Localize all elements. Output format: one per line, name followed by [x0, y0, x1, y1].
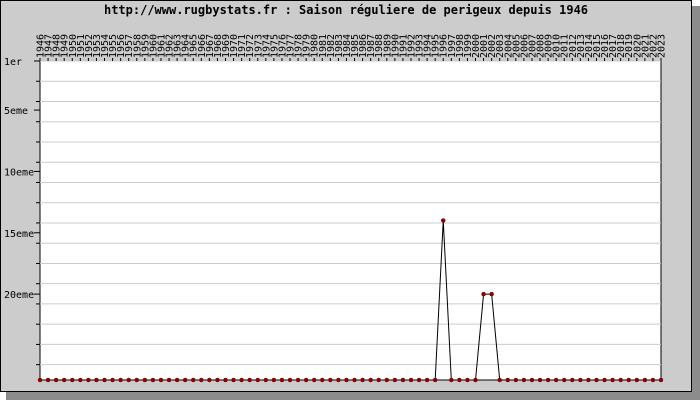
data-point [473, 377, 478, 383]
data-point [497, 377, 502, 383]
data-point [594, 377, 599, 383]
data-point [650, 377, 656, 383]
data-point [578, 377, 583, 383]
data-point [400, 377, 406, 383]
data-point [53, 377, 59, 383]
data-point [126, 377, 131, 383]
data-point [134, 377, 140, 383]
data-point [102, 377, 107, 383]
data-point [61, 377, 67, 383]
data-point [618, 377, 623, 383]
data-point [287, 377, 293, 383]
data-point [182, 377, 188, 383]
data-point [545, 377, 551, 383]
data-point [424, 377, 430, 383]
y-tick-label: 5eme [4, 106, 28, 117]
data-point [207, 377, 212, 383]
y-tick-label: 15eme [4, 229, 34, 240]
data-point [231, 377, 236, 383]
data-point [78, 377, 83, 383]
plot-area [39, 60, 662, 381]
data-point [303, 377, 309, 383]
data-point [247, 377, 252, 383]
data-point [174, 377, 180, 383]
data-point [553, 377, 559, 383]
data-point [642, 377, 648, 383]
data-point [328, 377, 333, 383]
data-point [344, 377, 349, 383]
data-point [94, 377, 99, 383]
data-point [190, 377, 196, 383]
data-point [239, 377, 244, 383]
data-point [481, 291, 486, 297]
data-point [45, 377, 51, 383]
data-point [271, 377, 277, 383]
data-point [215, 377, 220, 383]
y-tick-label: 10eme [4, 167, 34, 178]
data-point [360, 377, 365, 383]
data-point [142, 377, 148, 383]
data-point [432, 377, 438, 383]
data-point [449, 377, 454, 383]
data-point [384, 377, 390, 383]
data-point [586, 377, 591, 383]
data-point [336, 377, 341, 383]
data-point [110, 377, 115, 383]
data-point [602, 377, 607, 383]
data-point [311, 377, 317, 383]
data-point [505, 377, 511, 383]
data-point [392, 377, 398, 383]
data-point [440, 218, 446, 223]
data-point [166, 377, 172, 383]
data-point [255, 377, 261, 383]
data-point [408, 377, 414, 383]
data-point [626, 377, 631, 383]
data-point [118, 377, 123, 383]
data-point [658, 377, 664, 383]
data-point [320, 377, 325, 383]
chart-plot: 1er5eme10eme15eme20eme194619471948194919… [4, 34, 668, 383]
data-point [416, 377, 422, 383]
data-point [86, 377, 91, 383]
data-point [376, 377, 381, 383]
data-point [352, 377, 357, 383]
data-point [561, 377, 567, 383]
data-point [521, 377, 527, 383]
y-tick-label: 20eme [4, 290, 34, 301]
y-tick-label: 1er [4, 57, 22, 68]
data-point [263, 377, 269, 383]
data-point [295, 377, 301, 383]
data-point [279, 377, 285, 383]
data-point [537, 377, 543, 383]
data-point [37, 377, 43, 383]
data-point [570, 377, 575, 383]
data-point [158, 377, 164, 383]
data-point [489, 291, 494, 297]
data-point [150, 377, 156, 383]
data-point [368, 377, 373, 383]
data-point [529, 377, 535, 383]
x-tick-label: 2023 [657, 34, 668, 58]
data-point [223, 377, 228, 383]
data-point [457, 377, 462, 383]
data-point [465, 377, 470, 383]
data-point [513, 377, 519, 383]
data-point [634, 377, 640, 383]
data-point [70, 377, 75, 383]
data-point [199, 377, 204, 383]
data-point [610, 377, 615, 383]
